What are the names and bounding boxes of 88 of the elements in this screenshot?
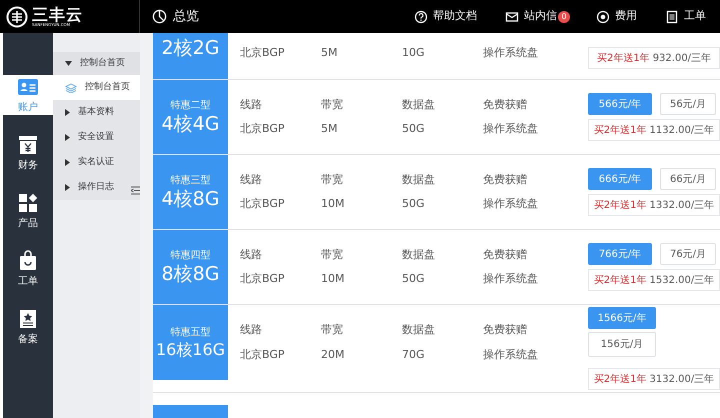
plan-spec: 8核8G [162,263,220,286]
yen-box-icon [17,134,39,156]
spec-value: 北京BGP [240,271,286,287]
header-link[interactable]: 站内信 [491,8,558,25]
spec-label: 免费获赠 [483,246,528,262]
spec-value: 北京BGP [240,196,286,212]
layers-icon [65,82,77,92]
spec-value: 5M [321,45,338,61]
header-link[interactable]: 费用 [582,8,651,25]
bag-icon [17,250,39,272]
spec-label: 数据盘 [402,172,436,188]
promo-offer[interactable]: 买2年送1年 1332.00/三年 [588,194,720,216]
header-link[interactable]: 工单 [651,8,720,25]
promo-offer[interactable]: 买2年送1年 932.00/三年 [588,47,720,69]
spec-label: 线路 [240,172,263,188]
logo-text: 三丰云 [32,6,83,22]
submenu-item[interactable]: 安全设置 [53,125,140,150]
spec-label: 带宽 [321,322,344,338]
spec-label: 免费获赠 [483,172,528,188]
spec-label: 带宽 [321,246,344,262]
sidebar-item[interactable]: 产品 [3,191,53,231]
submenu-item[interactable]: 实名认证 [53,150,140,175]
spec-value: 操作系统盘 [483,271,539,287]
help-icon [414,10,428,24]
sidebar-item[interactable]: 工单 [3,249,53,289]
spec-label: 线路 [240,246,263,262]
spec-value: 20M [321,346,346,362]
spec-label: 免费获赠 [483,96,528,112]
month-price-button[interactable]: 66元/月 [660,168,716,190]
spec-value: 操作系统盘 [483,121,539,137]
promo-offer[interactable]: 买2年送1年 3132.00/三年 [588,368,720,390]
submenu-item[interactable]: 基本资料 [53,100,140,125]
plan-spec: 4核8G [162,188,220,211]
spec-value: 50G [402,121,426,137]
month-price-button[interactable]: 56元/月 [660,93,716,115]
spec-value: 10M [321,196,346,212]
spec-value: 操作系统盘 [483,196,539,212]
spec-value: 操作系统盘 [483,346,539,362]
spec-value: 10M [321,271,346,287]
document-icon [665,10,679,24]
spec-value: 北京BGP [240,346,286,362]
collapse-menu-icon[interactable] [131,186,140,195]
spec-label: 数据盘 [402,96,436,112]
spec-label: 数据盘 [402,246,436,262]
spec-label: 带宽 [321,172,344,188]
caret-right-icon [65,159,70,166]
caret-right-icon [65,134,70,141]
spec-value: 5M [321,121,338,137]
sidebar-item[interactable]: 财务 [3,133,53,173]
spec-label: 带宽 [321,96,344,112]
spec-value: 10G [402,45,426,61]
plan-tag: 特惠五型 [170,325,210,340]
spec-value: 操作系统盘 [483,45,539,61]
plan-tag: 特惠二型 [170,98,210,114]
plan-spec: 4核4G [162,113,220,136]
blocks-icon [17,192,39,214]
notification-badge: 0 [558,11,570,24]
plan-tag: 特惠四型 [170,248,210,264]
star-certificate-icon [17,308,39,330]
promo-offer[interactable]: 买2年送1年 1132.00/三年 [588,119,720,141]
spec-label: 线路 [240,96,263,112]
spec-label: 免费获赠 [483,322,528,338]
month-price-button[interactable]: 156元/月 [588,332,656,357]
record-icon [596,10,610,24]
pie-chart-icon [152,9,167,24]
submenu-header[interactable]: 控制台首页 [53,52,140,75]
month-price-button[interactable]: 76元/月 [660,243,716,265]
spec-value: 北京BGP [240,121,286,137]
spec-label: 线路 [240,322,263,338]
submenu-item[interactable]: 操作日志 [53,175,140,200]
plan-tag: 特惠三型 [170,173,210,188]
caret-down-icon [65,61,72,66]
submenu-item[interactable]: 控制台首页 [53,75,140,100]
page-title: 总览 [173,8,199,26]
logo-icon [6,6,28,28]
spec-value: 50G [402,196,426,212]
plan-spec: 16核16G [156,340,226,360]
caret-right-icon [65,184,70,191]
plan-spec: 2核2G [162,37,220,60]
caret-right-icon [65,109,70,116]
promo-offer[interactable]: 买2年送1年 1532.00/三年 [588,269,720,291]
mail-icon [505,10,519,24]
spec-value: 北京BGP [240,45,286,61]
spec-value: 70G [402,346,426,362]
header-link[interactable]: 帮助文档 [400,8,491,25]
sidebar-item[interactable]: 备案 [3,307,53,347]
spec-value: 50G [402,271,426,287]
spec-label: 数据盘 [402,322,436,338]
